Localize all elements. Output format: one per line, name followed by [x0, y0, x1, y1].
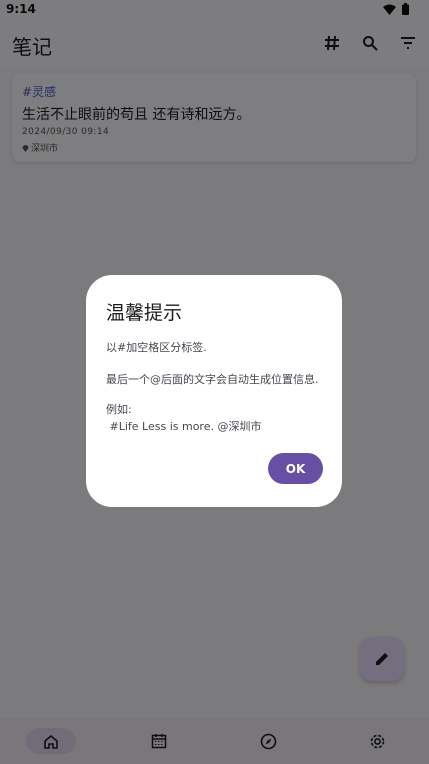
dialog-line-example: #Life Less is more. @深圳市 [106, 420, 262, 433]
dialog-title: 温馨提示 [106, 302, 183, 324]
ok-button[interactable]: OK [268, 453, 323, 484]
dialog-line-example-label: 例如: [106, 403, 132, 416]
dialog-line-tag-hint: 以#加空格区分标签. [106, 341, 207, 354]
tip-dialog: 温馨提示 以#加空格区分标签. 最后一个@后面的文字会自动生成位置信息. 例如:… [86, 275, 342, 507]
dialog-line-location-hint: 最后一个@后面的文字会自动生成位置信息. [106, 373, 319, 386]
